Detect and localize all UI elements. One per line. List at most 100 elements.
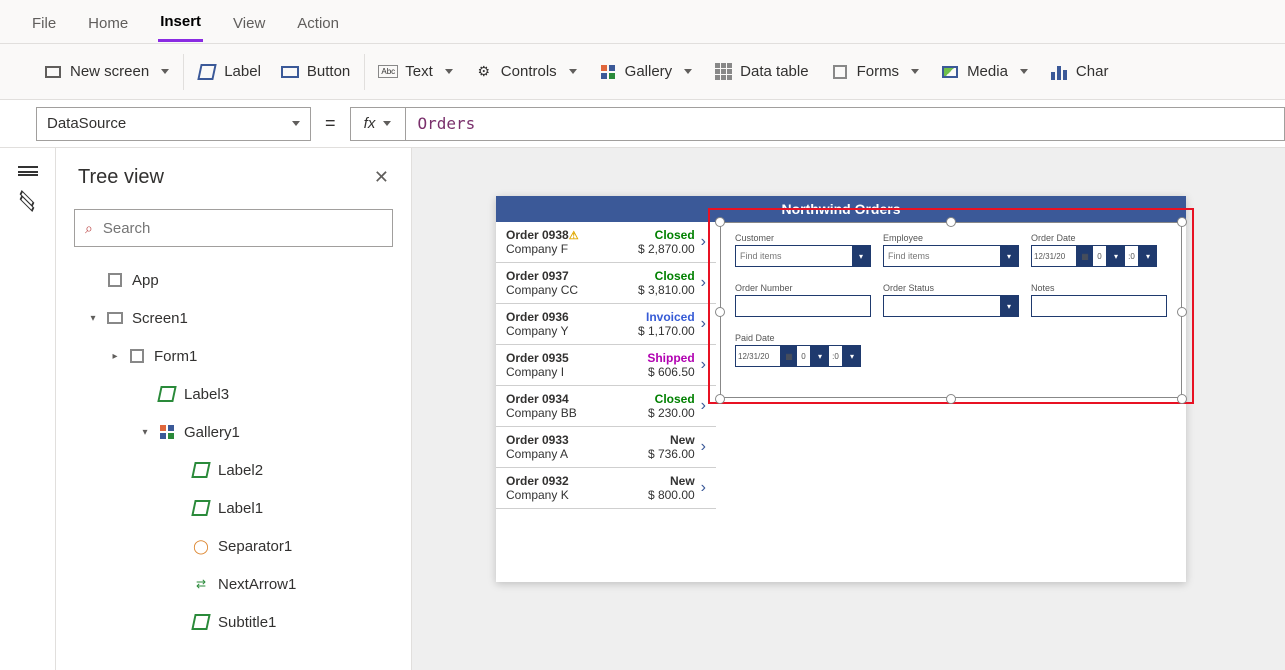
insert-media-button[interactable]: Media xyxy=(941,63,1028,81)
tree-item-label: Label2 xyxy=(218,462,263,479)
chevron-down-icon: ▾ xyxy=(811,345,829,367)
date-picker[interactable]: 12/31/20▦ 0▾ :0▾ xyxy=(1031,245,1167,267)
insert-forms-button[interactable]: Forms xyxy=(831,63,920,81)
tree-list: App ▾Screen1▸Form1Label3 ▾ Gallery1 Label2 La… xyxy=(56,261,411,641)
tree-item-label: Form1 xyxy=(154,348,197,365)
layers-icon[interactable] xyxy=(18,194,38,210)
insert-controls-button[interactable]: ⚙ Controls xyxy=(475,63,577,81)
form-field-order-number: Order Number xyxy=(729,281,877,331)
formula-input[interactable]: Orders xyxy=(406,107,1285,141)
caret-icon: ▾ xyxy=(140,427,150,438)
canvas-area[interactable]: Northwind Orders Order 0938⚠Closed Compa… xyxy=(412,148,1285,670)
gallery-row[interactable]: Order 0932New Company K$ 800.00 › xyxy=(496,468,716,509)
tree-item-app[interactable]: App xyxy=(70,261,411,299)
text-input[interactable] xyxy=(735,295,871,317)
tree-view-panel: Tree view ✕ ⌕ App ▾Screen1▸Form1Label3 ▾ Ga… xyxy=(56,148,412,670)
tab-view[interactable]: View xyxy=(231,3,267,41)
gallery-row[interactable]: Order 0936Invoiced Company Y$ 1,170.00 › xyxy=(496,304,716,345)
tab-home[interactable]: Home xyxy=(86,3,130,41)
fx-button[interactable]: fx xyxy=(350,107,406,141)
tree-item-separator1[interactable]: ◯Separator1 xyxy=(70,527,411,565)
dropdown[interactable]: ▾ xyxy=(883,295,1019,317)
tree-item-label3[interactable]: Label3 xyxy=(70,375,411,413)
close-icon[interactable]: ✕ xyxy=(374,167,389,188)
chevron-right-icon: › xyxy=(695,233,706,251)
search-icon: ⌕ xyxy=(85,220,93,237)
property-dropdown[interactable]: DataSource xyxy=(36,107,311,141)
insert-chart-button[interactable]: Char xyxy=(1050,63,1109,81)
node-icon xyxy=(158,385,176,403)
chevron-down-icon xyxy=(911,69,919,74)
resize-handle[interactable] xyxy=(715,307,725,317)
chevron-down-icon xyxy=(383,121,391,126)
insert-label-button[interactable]: Label xyxy=(198,63,261,81)
insert-datatable-button[interactable]: Data table xyxy=(714,63,808,81)
gallery-row[interactable]: Order 0933New Company A$ 736.00 › xyxy=(496,427,716,468)
field-label: Employee xyxy=(883,233,1019,243)
form-field-customer: CustomerFind items▾ xyxy=(729,231,877,281)
form-field-order-status: Order Status ▾ xyxy=(877,281,1025,331)
tree-item-label1[interactable]: Label1 xyxy=(70,489,411,527)
insert-gallery-button[interactable]: Gallery xyxy=(599,63,693,81)
gallery-control[interactable]: Order 0938⚠Closed Company F$ 2,870.00 › … xyxy=(496,222,716,582)
resize-handle[interactable] xyxy=(1177,394,1187,404)
tree-item-screen1[interactable]: ▾Screen1 xyxy=(70,299,411,337)
tree-item-subtitle1[interactable]: Subtitle1 xyxy=(70,603,411,641)
tab-file[interactable]: File xyxy=(30,3,58,41)
tree-view-title: Tree view xyxy=(78,166,164,189)
form-control[interactable]: CustomerFind items▾ Employee Find items▾ Or… xyxy=(720,222,1182,398)
field-label: Order Date xyxy=(1031,233,1167,243)
form-field-employee: Employee Find items▾ xyxy=(877,231,1025,281)
tree-item-form1[interactable]: ▸Form1 xyxy=(70,337,411,375)
gallery-row[interactable]: Order 0934Closed Company BB$ 230.00 › xyxy=(496,386,716,427)
insert-button-button[interactable]: Button xyxy=(281,63,350,81)
gallery-row[interactable]: Order 0935Shipped Company I$ 606.50 › xyxy=(496,345,716,386)
form-field-paid-date: Paid Date 12/31/20▦ 0▾ :0▾ xyxy=(729,331,877,381)
dropdown[interactable]: Find items▾ xyxy=(735,245,871,267)
insert-media-label: Media xyxy=(967,63,1008,80)
fx-label: fx xyxy=(364,115,376,132)
field-label: Order Status xyxy=(883,283,1019,293)
resize-handle[interactable] xyxy=(715,394,725,404)
left-rail xyxy=(0,148,56,670)
tree-item-gallery1[interactable]: ▾ Gallery1 xyxy=(70,413,411,451)
ribbon: New screen Label Button Abc Text ⚙ Contr… xyxy=(0,44,1285,100)
chevron-right-icon: › xyxy=(695,438,706,456)
resize-handle[interactable] xyxy=(1177,217,1187,227)
tab-insert[interactable]: Insert xyxy=(158,1,203,42)
tree-item-label2[interactable]: Label2 xyxy=(70,451,411,489)
hamburger-icon[interactable] xyxy=(18,166,38,176)
resize-handle[interactable] xyxy=(715,217,725,227)
tree-item-label: App xyxy=(132,272,159,289)
calendar-icon: ▦ xyxy=(781,345,797,367)
chevron-down-icon xyxy=(684,69,692,74)
search-input[interactable] xyxy=(101,219,382,238)
tree-item-label: Gallery1 xyxy=(184,424,240,441)
media-icon xyxy=(941,63,959,81)
search-box[interactable]: ⌕ xyxy=(74,209,393,247)
tab-action[interactable]: Action xyxy=(295,3,341,41)
calendar-icon: ▦ xyxy=(1077,245,1093,267)
dropdown[interactable]: Find items▾ xyxy=(883,245,1019,267)
resize-handle[interactable] xyxy=(946,217,956,227)
chevron-down-icon xyxy=(1020,69,1028,74)
chevron-down-icon: ▾ xyxy=(1000,296,1018,316)
resize-handle[interactable] xyxy=(1177,307,1187,317)
new-screen-button[interactable]: New screen xyxy=(44,63,169,81)
app-title-bar: Northwind Orders xyxy=(496,196,1186,222)
tree-item-label: Label1 xyxy=(218,500,263,517)
resize-handle[interactable] xyxy=(946,394,956,404)
gallery-icon xyxy=(599,63,617,81)
tree-item-nextarrow1[interactable]: ⇄NextArrow1 xyxy=(70,565,411,603)
field-label: Order Number xyxy=(735,283,871,293)
gallery-row[interactable]: Order 0938⚠Closed Company F$ 2,870.00 › xyxy=(496,222,716,263)
chevron-right-icon: › xyxy=(695,356,706,374)
menu-tabs: File Home Insert View Action xyxy=(0,0,1285,44)
text-input[interactable] xyxy=(1031,295,1167,317)
node-icon xyxy=(106,309,124,327)
date-picker[interactable]: 12/31/20▦ 0▾ :0▾ xyxy=(735,345,871,367)
app-stage: Northwind Orders Order 0938⚠Closed Compa… xyxy=(496,196,1186,582)
gallery-row[interactable]: Order 0937Closed Company CC$ 3,810.00 › xyxy=(496,263,716,304)
insert-label-text: Label xyxy=(224,63,261,80)
insert-text-button[interactable]: Abc Text xyxy=(379,63,453,81)
